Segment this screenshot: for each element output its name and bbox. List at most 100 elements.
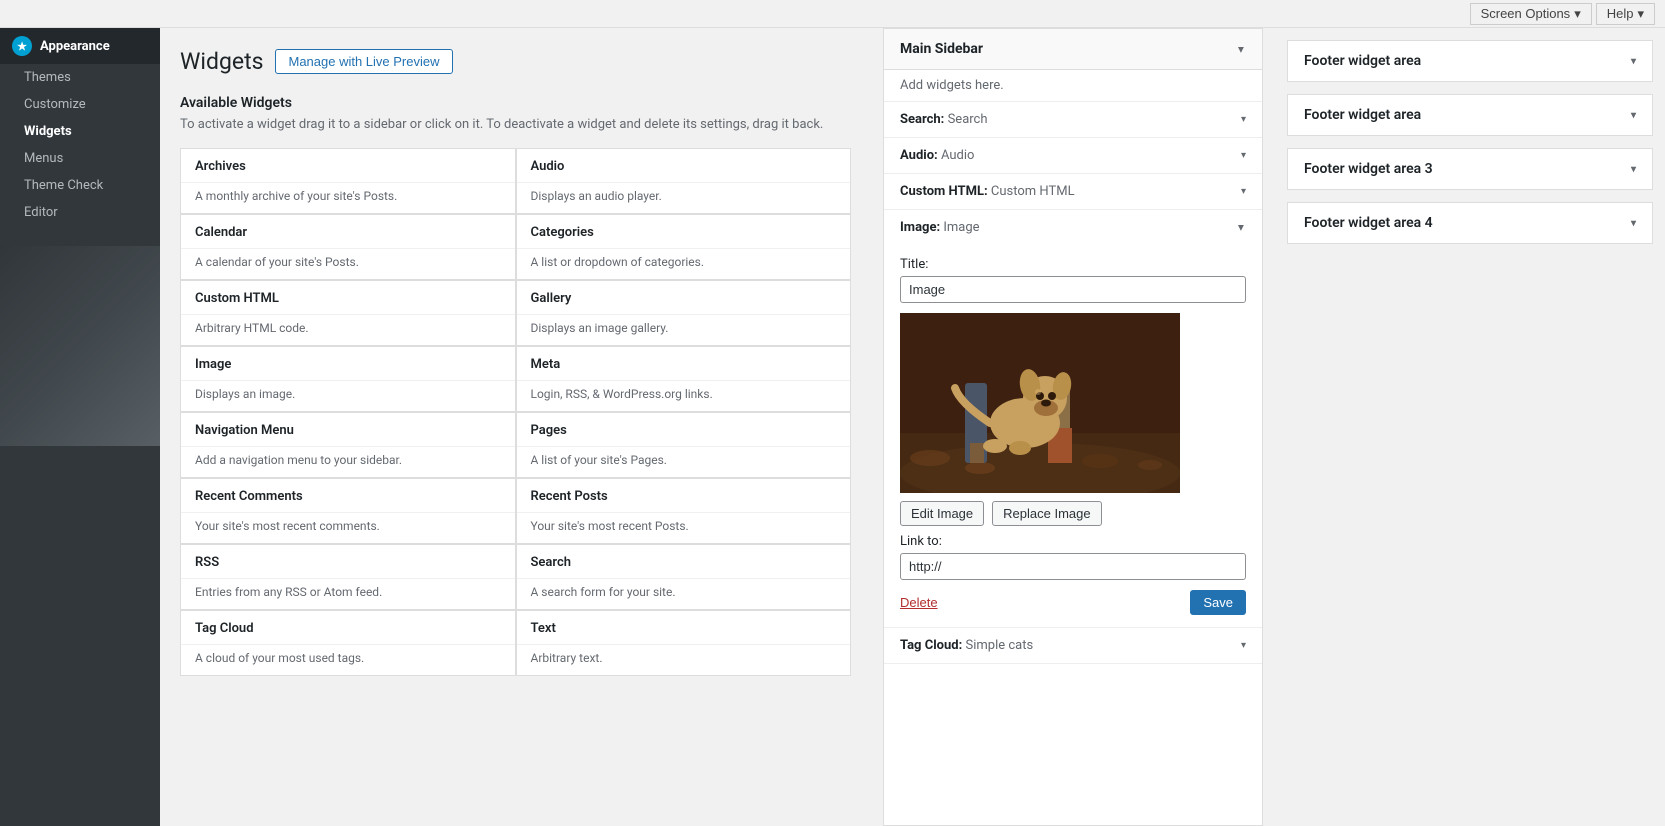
widget-item[interactable]: Recent Comments Your site's most recent … <box>180 478 516 544</box>
widget-item-name: Navigation Menu <box>181 413 515 447</box>
sidebar-item-widgets[interactable]: Widgets <box>0 118 160 145</box>
footer-area-1-header[interactable]: Footer widget area ▾ <box>1288 41 1652 81</box>
widget-item-desc: Your site's most recent Posts. <box>517 513 851 543</box>
sidebar-item-theme-check[interactable]: Theme Check <box>0 172 160 199</box>
footer-area-1: Footer widget area ▾ <box>1287 40 1653 82</box>
image-widget-header[interactable]: Image: Image ▲ <box>884 210 1262 245</box>
main-sidebar-header[interactable]: Main Sidebar ▲ <box>884 29 1262 70</box>
widget-item[interactable]: Meta Login, RSS, & WordPress.org links. <box>516 346 852 412</box>
widget-item-desc: Arbitrary HTML code. <box>181 315 515 345</box>
dog-image-svg <box>900 313 1180 493</box>
audio-chevron: ▾ <box>1241 150 1246 161</box>
widget-item[interactable]: Image Displays an image. <box>180 346 516 412</box>
widget-item[interactable]: Audio Displays an audio player. <box>516 148 852 214</box>
widget-item-desc: Add a navigation menu to your sidebar. <box>181 447 515 477</box>
widget-item-desc: A monthly archive of your site's Posts. <box>181 183 515 213</box>
footer-area-2-chevron: ▾ <box>1631 110 1636 121</box>
footer-area-4: Footer widget area 4 ▾ <box>1287 202 1653 244</box>
edit-image-button[interactable]: Edit Image <box>900 501 984 526</box>
footer-area-1-label: Footer widget area <box>1304 53 1421 69</box>
widget-item-desc: A calendar of your site's Posts. <box>181 249 515 279</box>
widget-item-name: Calendar <box>181 215 515 249</box>
widget-item[interactable]: Text Arbitrary text. <box>516 610 852 676</box>
widget-item[interactable]: Recent Posts Your site's most recent Pos… <box>516 478 852 544</box>
widget-item-name: Search <box>517 545 851 579</box>
custom-html-widget-header[interactable]: Custom HTML: Custom HTML ▾ <box>884 174 1262 209</box>
main-layout: ★ Appearance Themes Customize Widgets Me… <box>0 28 1665 826</box>
search-widget-row: Search: Search ▾ <box>884 102 1262 138</box>
page-header: Widgets Manage with Live Preview <box>180 48 851 75</box>
help-button[interactable]: Help ▾ <box>1596 3 1655 25</box>
custom-html-widget-name: Custom HTML: Custom HTML <box>900 184 1075 199</box>
widget-item[interactable]: Pages A list of your site's Pages. <box>516 412 852 478</box>
widget-item[interactable]: Gallery Displays an image gallery. <box>516 280 852 346</box>
image-btn-row: Edit Image Replace Image <box>900 501 1246 526</box>
appearance-menu-item[interactable]: ★ Appearance <box>0 28 160 64</box>
available-widgets-desc: To activate a widget drag it to a sideba… <box>180 117 851 132</box>
widget-item-name: Recent Comments <box>181 479 515 513</box>
delete-button[interactable]: Delete <box>900 595 938 610</box>
screen-options-button[interactable]: Screen Options ▾ <box>1470 3 1592 25</box>
sidebar-item-menus[interactable]: Menus <box>0 145 160 172</box>
live-preview-button[interactable]: Manage with Live Preview <box>275 49 452 74</box>
audio-widget-header[interactable]: Audio: Audio ▾ <box>884 138 1262 173</box>
sidebar-item-editor[interactable]: Editor <box>0 199 160 226</box>
save-button[interactable]: Save <box>1190 590 1246 615</box>
audio-widget-row: Audio: Audio ▾ <box>884 138 1262 174</box>
title-label: Title: <box>900 257 1246 272</box>
widget-item-name: Recent Posts <box>517 479 851 513</box>
footer-area-4-chevron: ▾ <box>1631 218 1636 229</box>
admin-sidebar: ★ Appearance Themes Customize Widgets Me… <box>0 28 160 826</box>
tag-cloud-widget-header[interactable]: Tag Cloud: Simple cats ▾ <box>884 628 1262 663</box>
replace-image-button[interactable]: Replace Image <box>992 501 1101 526</box>
widget-item-desc: Arbitrary text. <box>517 645 851 675</box>
footer-area-2-header[interactable]: Footer widget area ▾ <box>1288 95 1652 135</box>
footer-area-3-chevron: ▾ <box>1631 164 1636 175</box>
widget-item-name: Categories <box>517 215 851 249</box>
screen-options-chevron: ▾ <box>1574 6 1581 22</box>
widget-item[interactable]: Tag Cloud A cloud of your most used tags… <box>180 610 516 676</box>
footer-area-4-label: Footer widget area 4 <box>1304 215 1433 231</box>
tag-cloud-widget-name: Tag Cloud: Simple cats <box>900 638 1033 653</box>
main-sidebar-panel: Main Sidebar ▲ Add widgets here. Search:… <box>883 28 1263 826</box>
image-chevron: ▲ <box>1236 222 1246 233</box>
add-widgets-hint: Add widgets here. <box>884 70 1262 102</box>
widget-item[interactable]: Calendar A calendar of your site's Posts… <box>180 214 516 280</box>
theme-check-label: Theme Check <box>24 178 103 193</box>
three-cols: Widgets Manage with Live Preview Availab… <box>160 28 1665 826</box>
image-widget-name: Image: Image <box>900 220 980 235</box>
title-form-row: Title: <box>900 257 1246 303</box>
sidebar-item-themes[interactable]: Themes <box>0 64 160 91</box>
widget-item-name: Text <box>517 611 851 645</box>
tag-cloud-widget-row: Tag Cloud: Simple cats ▾ <box>884 628 1262 664</box>
widget-item-name: Gallery <box>517 281 851 315</box>
widget-item-name: Custom HTML <box>181 281 515 315</box>
screen-options-label: Screen Options <box>1481 6 1571 21</box>
main-sidebar-chevron: ▲ <box>1236 44 1246 55</box>
sidebar-item-customize[interactable]: Customize <box>0 91 160 118</box>
link-input[interactable] <box>900 553 1246 580</box>
link-label: Link to: <box>900 534 1246 549</box>
widget-item[interactable]: Custom HTML Arbitrary HTML code. <box>180 280 516 346</box>
widget-item[interactable]: Navigation Menu Add a navigation menu to… <box>180 412 516 478</box>
widget-item[interactable]: Search A search form for your site. <box>516 544 852 610</box>
main-sidebar-title: Main Sidebar <box>900 41 983 57</box>
widget-item[interactable]: RSS Entries from any RSS or Atom feed. <box>180 544 516 610</box>
footer-area-3: Footer widget area 3 ▾ <box>1287 148 1653 190</box>
footer-area-2-label: Footer widget area <box>1304 107 1421 123</box>
available-widgets-title: Available Widgets <box>180 95 851 111</box>
widget-item[interactable]: Archives A monthly archive of your site'… <box>180 148 516 214</box>
help-chevron: ▾ <box>1637 6 1644 22</box>
widget-image <box>900 313 1180 493</box>
page-title: Widgets <box>180 48 263 75</box>
widget-item-desc: Displays an image. <box>181 381 515 411</box>
title-input[interactable] <box>900 276 1246 303</box>
footer-area-3-header[interactable]: Footer widget area 3 ▾ <box>1288 149 1652 189</box>
widget-item-name: Pages <box>517 413 851 447</box>
widget-item-name: Audio <box>517 149 851 183</box>
widget-item[interactable]: Categories A list or dropdown of categor… <box>516 214 852 280</box>
footer-area-4-header[interactable]: Footer widget area 4 ▾ <box>1288 203 1652 243</box>
themes-label: Themes <box>24 70 71 85</box>
search-widget-header[interactable]: Search: Search ▾ <box>884 102 1262 137</box>
custom-html-chevron: ▾ <box>1241 186 1246 197</box>
